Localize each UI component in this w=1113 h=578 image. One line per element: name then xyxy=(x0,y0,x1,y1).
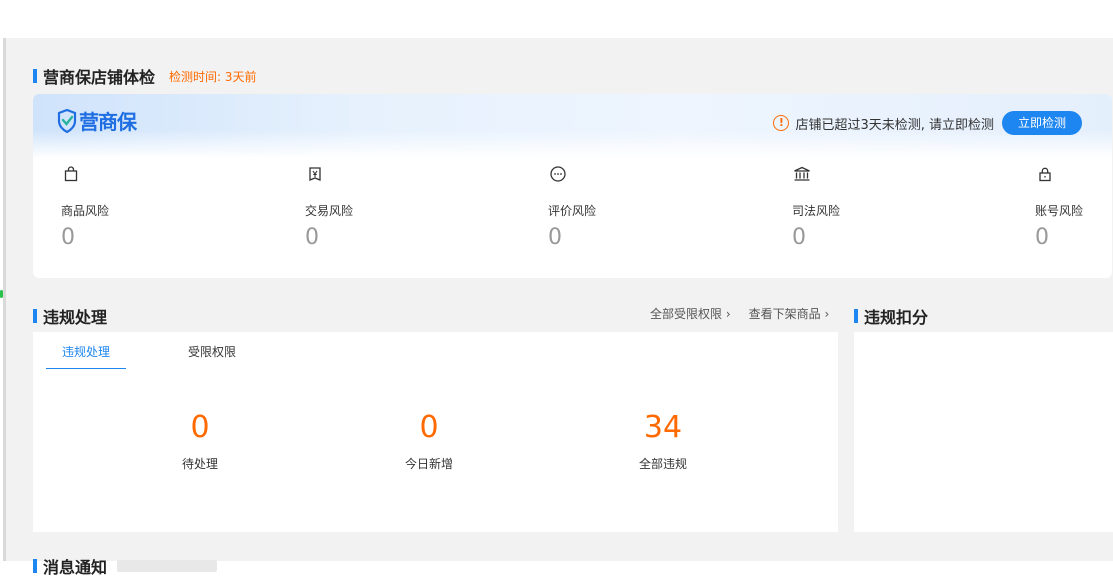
risk-label: 司法风险 xyxy=(792,204,841,218)
stat-all-violations[interactable]: 34 全部违规 xyxy=(603,410,723,472)
stat-label: 今日新增 xyxy=(404,457,453,471)
score-section-title: 违规扣分 xyxy=(854,304,928,328)
health-banner: 营商保 ! 店铺已超过3天未检测, 请立即检测 立即检测 xyxy=(33,94,1112,158)
title-bar xyxy=(33,69,37,83)
chat-bubble-icon xyxy=(548,164,568,184)
shield-check-icon xyxy=(57,108,77,133)
stat-value: 0 xyxy=(190,410,210,445)
risk-label: 账号风险 xyxy=(1035,204,1084,218)
tab-restricted-permissions[interactable]: 受限权限 xyxy=(172,343,252,369)
health-section-title: 营商保店铺体检 检测时间: 3天前 xyxy=(33,64,257,88)
score-card xyxy=(854,332,1113,532)
tab-violation-handling[interactable]: 违规处理 xyxy=(46,343,127,369)
violation-links: 全部受限权限 › 查看下架商品 › xyxy=(632,305,829,322)
score-title: 违规扣分 xyxy=(864,308,929,327)
check-warning: ! 店铺已超过3天未检测, 请立即检测 立即检测 xyxy=(773,111,1082,135)
status-dot xyxy=(0,290,3,298)
risk-item-judicial[interactable]: 司法风险 0 xyxy=(792,164,912,250)
message-title: 消息通知 xyxy=(43,558,108,577)
violation-section-title: 违规处理 xyxy=(33,304,107,328)
title-bar xyxy=(33,309,37,323)
risk-label: 商品风险 xyxy=(61,204,110,218)
logo-text: 营商保 xyxy=(79,110,137,134)
main-content: 营商保店铺体检 检测时间: 3天前 营商保 ! 店铺已超过3天未检测, 请立即检… xyxy=(6,38,1113,577)
check-time: 检测时间: 3天前 xyxy=(169,69,257,84)
stat-pending[interactable]: 0 待处理 xyxy=(140,410,260,472)
check-now-button[interactable]: 立即检测 xyxy=(1001,111,1082,135)
risk-item-trade[interactable]: 交易风险 0 xyxy=(305,164,425,250)
risk-value: 0 xyxy=(548,225,562,250)
risk-item-product[interactable]: 商品风险 0 xyxy=(61,164,181,250)
risk-value: 0 xyxy=(305,225,319,250)
violation-card: 违规处理 受限权限 0 待处理 0 今日新增 34 全部违规 xyxy=(33,332,838,532)
title-bar xyxy=(33,559,37,573)
yingshangbao-logo: 营商保 xyxy=(57,106,137,135)
courthouse-icon xyxy=(792,164,812,184)
risk-value: 0 xyxy=(792,225,806,250)
lock-icon xyxy=(1035,164,1055,184)
view-delisted-products-link[interactable]: 查看下架商品 › xyxy=(749,305,830,322)
all-restricted-permissions-link[interactable]: 全部受限权限 › xyxy=(650,305,731,322)
yuan-receipt-icon xyxy=(305,164,325,184)
violation-title: 违规处理 xyxy=(43,308,108,327)
stat-label: 全部违规 xyxy=(638,457,687,471)
risk-value: 0 xyxy=(1035,225,1049,250)
stat-value: 34 xyxy=(643,410,683,445)
risk-label: 评价风险 xyxy=(548,204,597,218)
violation-tabs: 违规处理 受限权限 xyxy=(46,343,298,369)
title-bar xyxy=(854,309,858,323)
risk-item-account[interactable]: 账号风险 0 xyxy=(1035,164,1105,250)
loading-placeholder xyxy=(117,560,218,572)
stat-today-new[interactable]: 0 今日新增 xyxy=(369,410,489,472)
shopping-bag-icon xyxy=(61,164,81,184)
warning-icon: ! xyxy=(773,115,790,131)
risk-item-review[interactable]: 评价风险 0 xyxy=(548,164,668,250)
warning-text: 店铺已超过3天未检测, 请立即检测 xyxy=(795,117,994,133)
risk-label: 交易风险 xyxy=(305,204,354,218)
health-title: 营商保店铺体检 xyxy=(43,68,156,87)
message-section-title: 消息通知 xyxy=(33,554,218,578)
stat-value: 0 xyxy=(419,410,439,445)
stat-label: 待处理 xyxy=(181,457,218,471)
risk-value: 0 xyxy=(61,225,75,250)
health-check-card: 营商保 ! 店铺已超过3天未检测, 请立即检测 立即检测 商品风险 0 交易风险… xyxy=(33,94,1112,278)
